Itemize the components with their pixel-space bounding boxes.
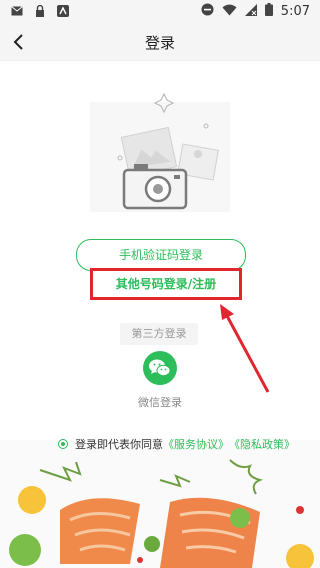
no-sim-icon	[244, 3, 257, 20]
mail-icon	[10, 4, 24, 18]
navigation-bar: 登录	[0, 24, 320, 61]
agreement-text: 登录即代表你同意	[75, 438, 163, 451]
battery-icon	[264, 3, 273, 20]
status-bar: 5:07	[0, 0, 320, 24]
dnd-icon	[201, 3, 214, 20]
status-right-icons: 5:07	[201, 3, 310, 20]
annotation-arrow	[220, 304, 270, 393]
wifi-icon	[222, 4, 237, 20]
phone-code-login-button[interactable]: 手机验证码登录	[76, 239, 246, 271]
lock-icon	[33, 4, 47, 18]
service-agreement-link[interactable]: 《服务协议》	[163, 436, 229, 452]
status-time: 5:07	[280, 4, 310, 19]
page-title: 登录	[144, 34, 175, 52]
agreement-radio[interactable]	[58, 439, 68, 449]
third-party-label: 第三方登录	[120, 323, 198, 345]
android-icon	[56, 4, 70, 18]
wechat-login-label: 微信登录	[138, 396, 182, 409]
wechat-login-button[interactable]	[143, 351, 177, 385]
camera-illustration	[90, 92, 230, 212]
status-left-icons	[10, 4, 70, 18]
food-background-image	[0, 440, 320, 568]
privacy-policy-link[interactable]: 《隐私政策》	[229, 436, 295, 452]
wechat-icon	[149, 359, 171, 377]
other-number-login-button[interactable]: 其他号码登录/注册	[93, 271, 239, 297]
agreement-row: 登录即代表你同意 《服务协议》 《隐私政策》	[58, 436, 295, 452]
